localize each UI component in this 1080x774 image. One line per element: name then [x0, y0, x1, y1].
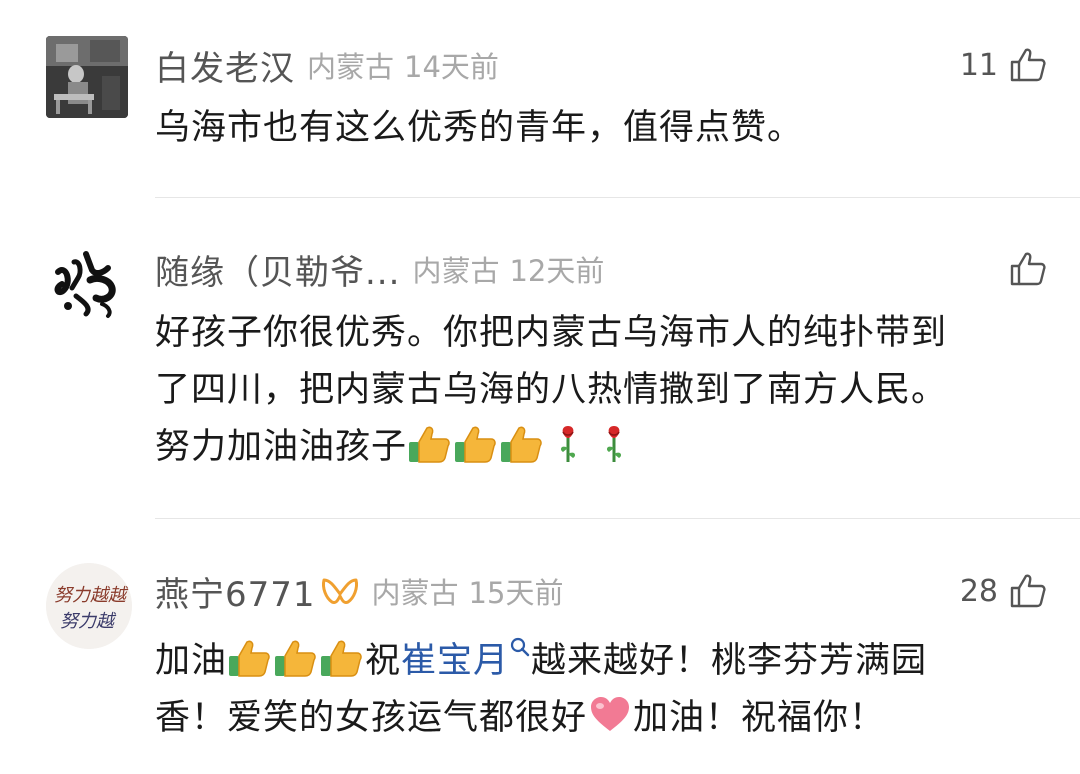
thumbs-up-outline-icon[interactable]	[1008, 249, 1048, 289]
like-button[interactable]	[998, 244, 1048, 294]
thumbs-up-emoji	[407, 424, 453, 464]
rose-emoji	[591, 424, 637, 464]
comment-text-line: 好孩子你很优秀。你把内蒙古乌海市人的纯扑带到	[155, 313, 948, 353]
comment-text-line: 香！爱笑的女孩运气都很好 加油！祝福你！	[155, 690, 1045, 747]
thumbs-up-emoji	[319, 638, 365, 678]
avatar-photo-image	[46, 36, 128, 118]
search-mention-icon[interactable]	[509, 627, 531, 657]
like-button[interactable]: 11	[960, 40, 1048, 90]
user-mention-link[interactable]: 崔宝月	[401, 641, 509, 681]
avatar-calligraphy: 努力越越	[54, 585, 129, 606]
timestamp: 15天前	[468, 576, 564, 610]
comment-item: 努力越越 努力越 燕宁6771 内蒙古 15天前 28 加油 祝崔宝月 越来越好！桃…	[0, 519, 1080, 774]
comment-text-segment: 加油	[155, 641, 228, 681]
username[interactable]: 白发老汉	[155, 41, 295, 90]
calligraphy-avatar-image	[46, 242, 128, 324]
like-count: 11	[959, 47, 998, 83]
avatar[interactable]: 努力越越 努力越	[46, 563, 132, 649]
timestamp: 14天前	[404, 50, 499, 84]
avatar[interactable]	[46, 36, 128, 118]
thumbs-up-emoji	[453, 424, 499, 464]
thumbs-up-outline-icon[interactable]	[1008, 571, 1048, 611]
calligraphy-avatar-image: 努力越越 努力越	[46, 563, 132, 649]
comment-text-line: 加油 祝崔宝月 越来越好！桃李芬芳满园	[155, 627, 1045, 690]
avatar-calligraphy: 努力越	[60, 611, 117, 632]
timestamp: 12天前	[509, 254, 605, 288]
thumbs-up-emoji	[273, 638, 319, 678]
comment-text-line: 了四川，把内蒙古乌海的八热情撒到了南方人民。	[155, 370, 948, 410]
comment-text: 乌海市也有这么优秀的青年，值得点赞。	[155, 108, 804, 148]
comment-meta: 白发老汉 内蒙古 14天前	[155, 40, 499, 90]
username[interactable]: 燕宁6771	[155, 567, 316, 616]
comment-text: 加油 祝崔宝月 越来越好！桃李芬芳满园 香！爱笑的女孩运气都很好 加油！祝福你！	[155, 627, 1045, 747]
comment-text: 好孩子你很优秀。你把内蒙古乌海市人的纯扑带到 了四川，把内蒙古乌海的八热情撒到了…	[155, 305, 1045, 476]
comment-text-segment: 香！爱笑的女孩运气都很好	[155, 698, 588, 738]
comment-text-line: 努力加油油孩子	[155, 419, 1045, 476]
comment-item: 随缘（贝勒爷... 内蒙古 12天前 好孩子你很优秀。你把内蒙古乌海市人的纯扑带…	[0, 198, 1080, 518]
rose-emoji	[545, 424, 591, 464]
thumbs-up-emoji	[227, 638, 273, 678]
thumbs-up-outline-icon[interactable]	[1008, 45, 1048, 85]
username[interactable]: 随缘（贝勒爷...	[155, 245, 400, 294]
comment-text-segment: 越来越好！桃李芬芳满园	[531, 641, 928, 681]
comment-meta: 随缘（贝勒爷... 内蒙古 12天前	[155, 244, 604, 294]
like-count: 28	[959, 573, 998, 609]
location: 内蒙古	[412, 254, 500, 288]
location: 内蒙古	[371, 576, 459, 610]
comment-item: 白发老汉 内蒙古 14天前 11 乌海市也有这么优秀的青年，值得点赞。	[0, 0, 1080, 196]
heart-emoji	[587, 695, 633, 735]
avatar[interactable]	[46, 242, 128, 324]
vip-badge-icon	[320, 574, 360, 608]
thumbs-up-emoji	[499, 424, 545, 464]
comment-text-segment: 努力加油油孩子	[155, 427, 408, 467]
comment-text-segment: 加油！祝福你！	[633, 698, 886, 738]
location: 内蒙古	[307, 50, 395, 84]
like-button[interactable]: 28	[960, 566, 1048, 616]
comment-meta: 燕宁6771 内蒙古 15天前	[155, 566, 563, 616]
comment-text-segment: 祝	[365, 641, 402, 681]
